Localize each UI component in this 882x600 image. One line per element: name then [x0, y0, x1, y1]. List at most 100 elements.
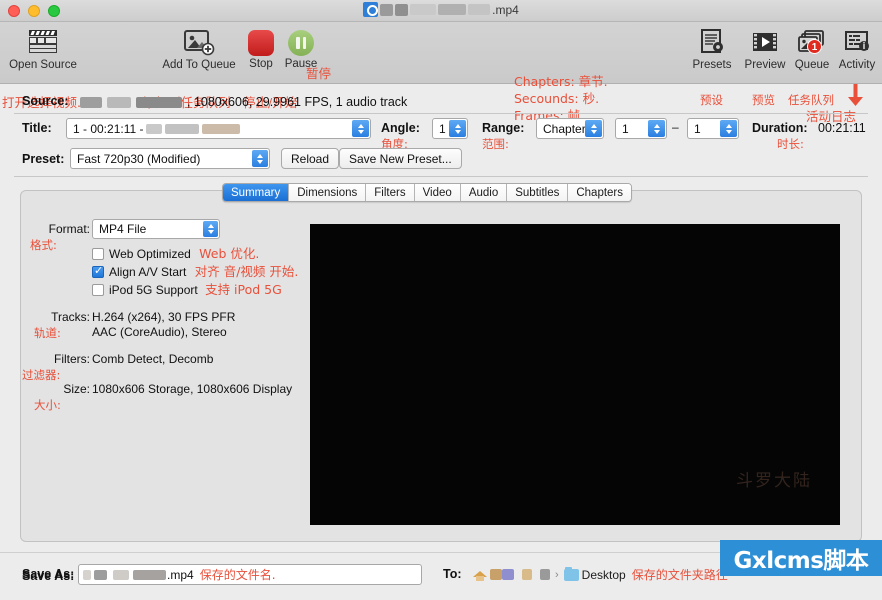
path-chip [502, 569, 514, 580]
format-select[interactable]: MP4 File [92, 219, 220, 239]
redacted-title-value [145, 123, 162, 134]
presets-button[interactable]: Presets [685, 25, 739, 72]
ipod-5g-support-label: iPod 5G Support [109, 283, 198, 297]
preview-annotation: 预览 [752, 93, 775, 107]
redacted-source-part [107, 96, 131, 108]
open-source-label: Open Source [9, 59, 77, 71]
align-av-start-label: Align A/V Start [109, 265, 187, 279]
path-chip [540, 569, 550, 580]
path-chip [522, 569, 532, 580]
angle-stepper[interactable]: 1 [432, 118, 468, 139]
format-value: MP4 File [99, 222, 147, 236]
tab-audio[interactable]: Audio [460, 184, 508, 201]
tab-chapters-label: Chapters [576, 186, 624, 199]
format-select-arrows[interactable] [203, 221, 218, 237]
tab-video-label: Video [422, 186, 452, 199]
reload-label: Reload [291, 151, 330, 166]
add-to-queue-button[interactable]: Add To Queue [156, 25, 242, 72]
title-select-arrows[interactable] [352, 120, 369, 137]
tab-subtitles[interactable]: Subtitles [507, 184, 569, 201]
tab-filters[interactable]: Filters [366, 184, 415, 201]
redacted-title-value [201, 123, 240, 134]
presets-icon [685, 25, 739, 59]
redacted-source-part [80, 96, 102, 108]
ipod-5g-support-checkbox[interactable]: iPod 5G Support 支持 iPod 5G [92, 279, 282, 298]
tab-summary-label: Summary [231, 186, 281, 199]
range-type-arrows[interactable] [585, 120, 602, 137]
tab-dimensions-label: Dimensions [297, 186, 358, 199]
save-as-annotation: 保存的文件名. [199, 568, 276, 582]
title-select-value: 1 - 00:21:11 - [73, 121, 144, 136]
divider-1 [14, 113, 868, 114]
save-new-preset-button[interactable]: Save New Preset... [339, 148, 462, 169]
align-av-start-checkbox-box[interactable] [92, 264, 104, 278]
video-preview[interactable]: 斗罗大陆 [310, 224, 840, 525]
ipod-5g-support-checkbox-box[interactable] [92, 284, 104, 296]
range-start-arrows[interactable] [648, 120, 665, 137]
size-value: 1080x606 Storage, 1080x606 Display [92, 382, 293, 396]
range-start-stepper[interactable]: 1 [615, 118, 667, 139]
queue-badge: 1 [807, 39, 822, 54]
redacted-title-value [164, 123, 199, 134]
source-row: Source: [22, 94, 69, 108]
redacted-title-part [395, 3, 409, 16]
activity-label: Activity [838, 59, 876, 71]
queue-button[interactable]: Queue 1 [788, 25, 836, 72]
path-chip [490, 569, 502, 580]
source-value: , 1080x606, 29.9961 FPS, 1 audio track [80, 95, 407, 109]
settings-tabstrip[interactable]: Summary Dimensions Filters Video Audio S… [222, 183, 633, 202]
save-new-preset-label: Save New Preset... [349, 151, 452, 166]
site-watermark: Gxlcms脚本 [720, 540, 882, 576]
size-annotation: 大小: [34, 398, 61, 412]
range-type-select[interactable]: Chapters [536, 118, 604, 139]
range-end-stepper[interactable]: 1 [687, 118, 739, 139]
window-title: .mp4 [0, 2, 882, 17]
web-optimized-checkbox[interactable]: Web Optimized Web 优化. [92, 243, 259, 262]
open-source-button[interactable]: Open Source [0, 25, 86, 72]
align-av-start-checkbox[interactable]: Align A/V Start 对齐 音/视频 开始. [92, 261, 298, 280]
queue-label: Queue [794, 59, 830, 71]
main-toolbar: Open Source 打开选择视频. Add To Queue 添加到任务队列 [0, 22, 882, 110]
source-details: , 1080x606, 29.9961 FPS, 1 audio track [187, 95, 408, 109]
tab-dimensions[interactable]: Dimensions [289, 184, 367, 201]
tab-audio-label: Audio [468, 186, 499, 199]
angle-stepper-arrows[interactable] [449, 120, 466, 137]
save-as-label-text: Save As: [22, 567, 75, 581]
presets-annotation: 预设 [700, 93, 723, 107]
redacted-filename-part [83, 569, 91, 580]
presets-label: Presets [692, 59, 732, 71]
redacted-filename-part [133, 569, 166, 580]
range-annotation: 范围: [482, 137, 509, 151]
title-label: Title: [22, 121, 52, 135]
tab-summary[interactable]: Summary [223, 184, 290, 201]
angle-value: 1 [439, 121, 446, 136]
activity-log-icon [832, 25, 882, 59]
web-optimized-annotation: Web 优化. [199, 246, 260, 261]
stop-label: Stop [249, 58, 273, 70]
web-optimized-label: Web Optimized [109, 247, 191, 261]
reload-preset-button[interactable]: Reload [281, 148, 340, 169]
handbrake-window: .mp4 Open Source 打开选择视频. Add To Queue 添加… [0, 0, 882, 600]
add-to-queue-icon [156, 25, 242, 59]
save-as-input[interactable]: .mp4 保存的文件名. [78, 564, 422, 585]
ipod-5g-support-annotation: 支持 iPod 5G [205, 282, 282, 297]
tab-video[interactable]: Video [414, 184, 461, 201]
tab-chapters[interactable]: Chapters [568, 184, 632, 201]
range-dash: – [672, 120, 679, 134]
range-start-value: 1 [622, 121, 629, 136]
activity-button[interactable]: Activity [832, 25, 882, 72]
title-select[interactable]: 1 - 00:21:11 - [66, 118, 371, 139]
preset-select[interactable]: Fast 720p30 (Modified) [70, 148, 270, 169]
preview-button[interactable]: Preview [738, 25, 792, 72]
destination-path-control[interactable]: › Desktop 保存的文件夹路径 [473, 566, 728, 583]
duration-value: 00:21:11 [818, 121, 866, 135]
range-end-arrows[interactable] [720, 120, 737, 137]
preview-label: Preview [744, 59, 786, 71]
destination-annotation: 保存的文件夹路径 [631, 568, 728, 582]
preset-select-arrows[interactable] [252, 150, 268, 167]
redacted-title-part [380, 3, 394, 16]
web-optimized-checkbox-box[interactable] [92, 248, 104, 260]
duration-label: Duration: [752, 121, 808, 135]
tab-subtitles-label: Subtitles [515, 186, 560, 199]
range-label: Range: [482, 121, 525, 135]
